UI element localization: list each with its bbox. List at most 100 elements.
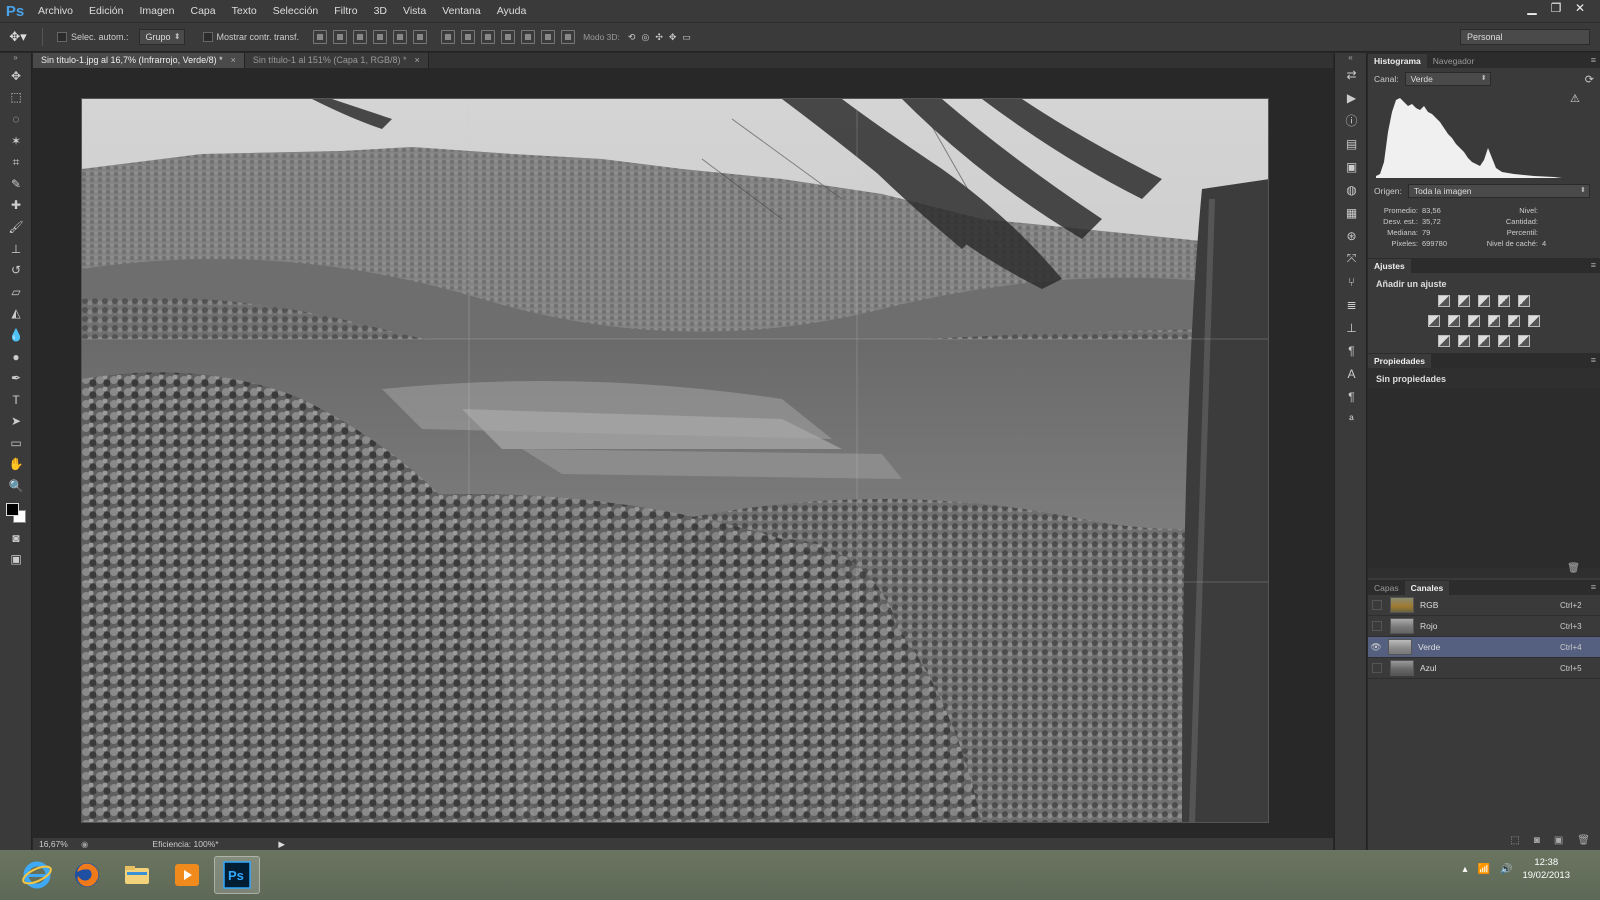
volume-icon[interactable]: 🔊 [1500, 864, 1512, 875]
new-channel-icon[interactable]: ▣ [1554, 835, 1563, 846]
firefox-icon[interactable] [64, 856, 110, 894]
drag-3d-icon[interactable]: ✣ [655, 32, 663, 43]
actions-panel-icon[interactable]: ▶ [1335, 86, 1368, 109]
auto-select-dropdown[interactable]: Grupo [138, 29, 185, 45]
clone-stamp-tool-icon[interactable]: ⊥ [0, 238, 32, 260]
screen-mode-icon[interactable]: ▣ [0, 548, 32, 570]
photoshop-icon[interactable]: Ps [214, 856, 260, 894]
eyedropper-tool-icon[interactable]: ✎ [0, 173, 32, 195]
align-right-icon[interactable] [413, 30, 428, 44]
distribute-vcenter-icon[interactable] [461, 30, 476, 44]
selective-color-icon[interactable] [1498, 335, 1510, 347]
tab-ajustes[interactable]: Ajustes [1368, 259, 1411, 273]
align-top-icon[interactable] [313, 30, 328, 44]
eye-icon[interactable]: 👁 [1368, 642, 1384, 653]
menu-filtro[interactable]: Filtro [326, 0, 365, 22]
threshold-icon[interactable] [1478, 335, 1490, 347]
canvas-area[interactable] [33, 68, 1333, 838]
brightness-contrast-icon[interactable] [1438, 295, 1450, 307]
delete-channel-icon[interactable]: 🗑 [1577, 835, 1590, 846]
tray-arrow-icon[interactable]: ▴ [1463, 864, 1468, 875]
dodge-tool-icon[interactable]: ● [0, 346, 32, 368]
magic-wand-tool-icon[interactable]: ✶ [0, 130, 32, 152]
collapse-arrows-icon[interactable]: » [0, 53, 31, 65]
hand-tool-icon[interactable]: ✋ [0, 454, 32, 476]
channel-mixer-icon[interactable] [1508, 315, 1520, 327]
paint-bucket-tool-icon[interactable]: ◭ [0, 303, 32, 325]
zoom-tool-icon[interactable]: 🔍 [0, 475, 32, 497]
workspace-dropdown[interactable]: Personal [1460, 29, 1590, 45]
eraser-tool-icon[interactable]: ▱ [0, 281, 32, 303]
menu-3d[interactable]: 3D [366, 0, 395, 22]
source-dropdown[interactable]: Toda la imagen [1407, 184, 1590, 198]
marquee-tool-icon[interactable]: ⬚ [0, 87, 32, 109]
menu-archivo[interactable]: Archivo [30, 0, 81, 22]
tab-navegador[interactable]: Navegador [1427, 54, 1481, 68]
character-panel-icon[interactable]: A [1335, 362, 1368, 385]
brush-panel-icon[interactable]: ≣ [1335, 293, 1368, 316]
paragraph-panel-icon[interactable]: ¶ [1335, 339, 1368, 362]
menu-vista[interactable]: Vista [395, 0, 434, 22]
distribute-hcenter-icon[interactable] [521, 30, 536, 44]
status-menu-arrow-icon[interactable]: ▶ [278, 839, 285, 850]
move-tool-preset-icon[interactable]: ✥▾ [0, 29, 36, 45]
distribute-bottom-icon[interactable] [481, 30, 496, 44]
blur-tool-icon[interactable]: 💧 [0, 324, 32, 346]
panel-menu-icon[interactable]: ≡ [1591, 582, 1596, 592]
load-selection-icon[interactable]: ⬚ [1510, 835, 1519, 846]
restore-icon[interactable]: ❐ [1544, 0, 1568, 16]
gradient-map-icon[interactable] [1518, 335, 1530, 347]
landscape-photo[interactable] [81, 98, 1269, 823]
paragraph-styles-panel-icon[interactable]: ¶ [1335, 385, 1368, 408]
exposure-icon[interactable] [1498, 295, 1510, 307]
auto-select-checkbox[interactable] [57, 32, 67, 42]
delete-icon[interactable]: 🗑 [1567, 563, 1580, 574]
visibility-toggle[interactable] [1372, 663, 1382, 673]
color-balance-icon[interactable] [1448, 315, 1460, 327]
crop-tool-icon[interactable]: ⌗ [0, 151, 32, 173]
menu-capa[interactable]: Capa [183, 0, 224, 22]
kuler-panel-icon[interactable]: ⊛ [1335, 224, 1368, 247]
media-player-icon[interactable] [164, 856, 210, 894]
channel-row-rgb[interactable]: RGB Ctrl+2 [1368, 595, 1600, 616]
network-icon[interactable]: 📶 [1478, 864, 1490, 875]
color-lookup-icon[interactable] [1528, 315, 1540, 327]
lasso-tool-icon[interactable]: ◌ [0, 108, 32, 130]
refresh-icon[interactable]: ⟳ [1585, 73, 1594, 86]
brush-presets-panel-icon[interactable]: ⑂ [1335, 270, 1368, 293]
file-explorer-icon[interactable] [114, 856, 160, 894]
path-selection-tool-icon[interactable]: ➤ [0, 411, 32, 433]
channel-row-azul[interactable]: Azul Ctrl+5 [1368, 658, 1600, 679]
scale-3d-icon[interactable]: ▭ [682, 32, 691, 43]
panel-menu-icon[interactable]: ≡ [1591, 55, 1596, 65]
quick-mask-icon[interactable]: ◙ [0, 527, 32, 549]
show-transform-checkbox[interactable] [202, 32, 213, 42]
visibility-toggle[interactable] [1372, 600, 1382, 610]
pen-tool-icon[interactable]: ✒ [0, 367, 32, 389]
document-tab[interactable]: Sin título-1 al 151% (Capa 1, RGB/8) * × [244, 53, 429, 68]
character-styles-panel-icon[interactable]: ª [1335, 408, 1368, 431]
minimize-icon[interactable]: ▁ [1520, 0, 1544, 16]
type-tool-icon[interactable]: T [0, 389, 32, 411]
close-tab-icon[interactable]: × [414, 55, 419, 65]
internet-explorer-icon[interactable] [14, 856, 60, 894]
styles-panel-icon[interactable]: ▦ [1335, 201, 1368, 224]
slide-3d-icon[interactable]: ✥ [669, 32, 677, 43]
panel-menu-icon[interactable]: ≡ [1591, 260, 1596, 270]
tab-histograma[interactable]: Histograma [1368, 54, 1427, 68]
align-bottom-icon[interactable] [353, 30, 368, 44]
tab-propiedades[interactable]: Propiedades [1368, 354, 1432, 368]
tab-capas[interactable]: Capas [1368, 581, 1405, 595]
black-white-icon[interactable] [1468, 315, 1480, 327]
invert-icon[interactable] [1438, 335, 1450, 347]
visibility-toggle[interactable] [1372, 621, 1382, 631]
hue-saturation-icon[interactable] [1428, 315, 1440, 327]
history-brush-tool-icon[interactable]: ↺ [0, 259, 32, 281]
move-tool-icon[interactable]: ✥ [0, 65, 32, 87]
healing-brush-tool-icon[interactable]: ✚ [0, 195, 32, 217]
history-panel-icon[interactable]: ⇄ [1335, 63, 1368, 86]
close-icon[interactable]: ✕ [1568, 0, 1592, 16]
close-tab-icon[interactable]: × [231, 55, 236, 65]
vibrance-icon[interactable] [1518, 295, 1530, 307]
tab-canales[interactable]: Canales [1404, 581, 1450, 595]
